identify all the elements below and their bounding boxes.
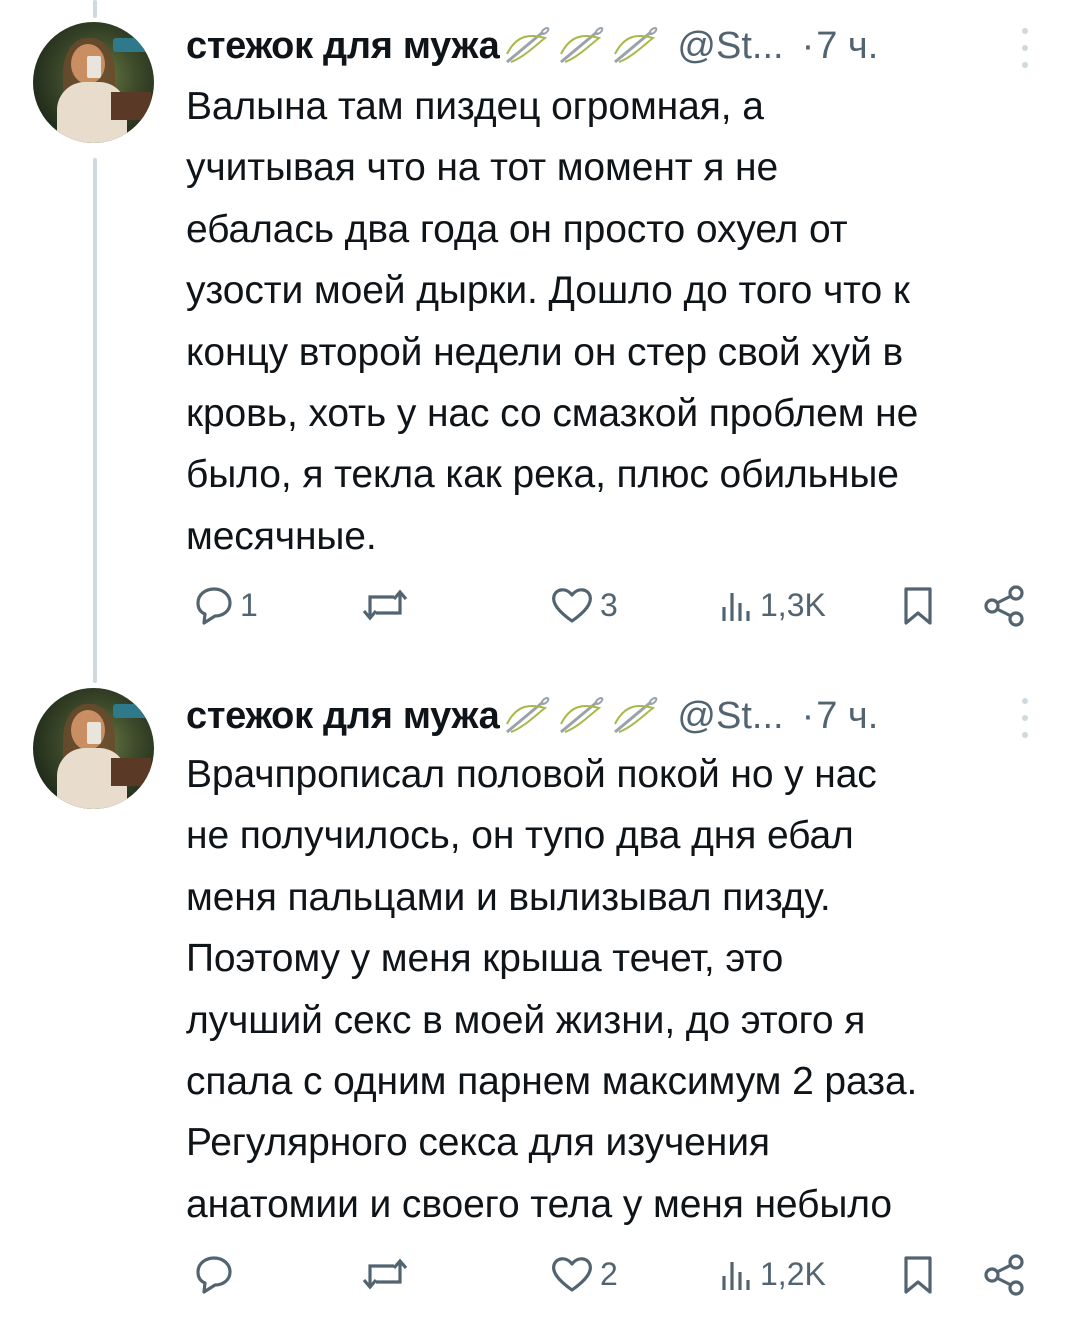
heart-icon bbox=[552, 588, 592, 623]
avatar[interactable] bbox=[33, 22, 154, 143]
retweet-icon bbox=[362, 1258, 408, 1290]
bookmark-icon bbox=[904, 1256, 932, 1294]
avatar[interactable] bbox=[33, 688, 154, 809]
tweet[interactable]: стежок для мужа @St... · 7 ч. Валына там… bbox=[0, 0, 1080, 660]
share-icon bbox=[984, 585, 1024, 627]
retweet-button[interactable] bbox=[360, 583, 414, 627]
reply-icon bbox=[196, 587, 232, 625]
tweet-header: стежок для мужа @St... · 7 ч. bbox=[186, 24, 878, 68]
time-separator: · bbox=[801, 24, 815, 67]
bookmark-button[interactable] bbox=[898, 583, 938, 629]
share-button[interactable] bbox=[982, 583, 1028, 629]
time-separator: · bbox=[801, 694, 815, 737]
like-button[interactable]: 3 bbox=[548, 583, 618, 627]
more-options-icon[interactable] bbox=[1016, 28, 1034, 68]
timestamp[interactable]: 7 ч. bbox=[816, 695, 878, 738]
tweet-text: Врачпрописал половой покой но у нас не п… bbox=[186, 753, 918, 1226]
reply-button[interactable] bbox=[190, 1252, 240, 1296]
like-button[interactable]: 2 bbox=[548, 1252, 618, 1296]
reply-icon bbox=[196, 1256, 232, 1294]
bookmark-icon bbox=[904, 587, 932, 625]
share-button[interactable] bbox=[982, 1252, 1028, 1298]
timestamp[interactable]: 7 ч. bbox=[816, 25, 878, 68]
views-button[interactable]: 1,2K bbox=[716, 1252, 826, 1296]
action-bar: 2 1,2K bbox=[0, 1252, 1080, 1302]
name-emoji-group bbox=[501, 24, 663, 68]
view-count: 1,3K bbox=[760, 586, 826, 623]
needle-emoji bbox=[614, 27, 658, 64]
more-options-icon[interactable] bbox=[1016, 698, 1034, 738]
needle-emoji bbox=[614, 697, 658, 734]
needle-emoji bbox=[506, 27, 550, 64]
author-handle[interactable]: @St... bbox=[677, 695, 783, 738]
author-name[interactable]: стежок для мужа bbox=[186, 695, 500, 738]
needle-emoji bbox=[560, 27, 604, 64]
bookmark-button[interactable] bbox=[898, 1252, 938, 1298]
like-count: 2 bbox=[600, 1255, 618, 1292]
views-button[interactable]: 1,3K bbox=[716, 583, 826, 627]
views-chart-icon bbox=[722, 1262, 750, 1290]
author-handle[interactable]: @St... bbox=[677, 25, 783, 68]
retweet-button[interactable] bbox=[360, 1252, 414, 1296]
name-emoji-group bbox=[501, 694, 663, 738]
needle-emoji bbox=[560, 697, 604, 734]
view-count: 1,2K bbox=[760, 1255, 826, 1292]
like-count: 3 bbox=[600, 586, 618, 623]
action-bar: 1 3 1,3K bbox=[0, 583, 1080, 633]
needle-emoji bbox=[506, 697, 550, 734]
tweet[interactable]: стежок для мужа @St... · 7 ч. Врачпропис… bbox=[0, 660, 1080, 1335]
reply-count: 1 bbox=[240, 586, 258, 623]
views-chart-icon bbox=[722, 593, 750, 621]
tweet-header: стежок для мужа @St... · 7 ч. bbox=[186, 694, 878, 738]
heart-icon bbox=[552, 1257, 592, 1292]
tweet-text: Валына там пиздец огромная, а учитывая ч… bbox=[186, 85, 919, 558]
author-name[interactable]: стежок для мужа bbox=[186, 25, 500, 68]
share-icon bbox=[984, 1254, 1024, 1296]
retweet-icon bbox=[362, 589, 408, 621]
reply-button[interactable]: 1 bbox=[190, 583, 258, 627]
